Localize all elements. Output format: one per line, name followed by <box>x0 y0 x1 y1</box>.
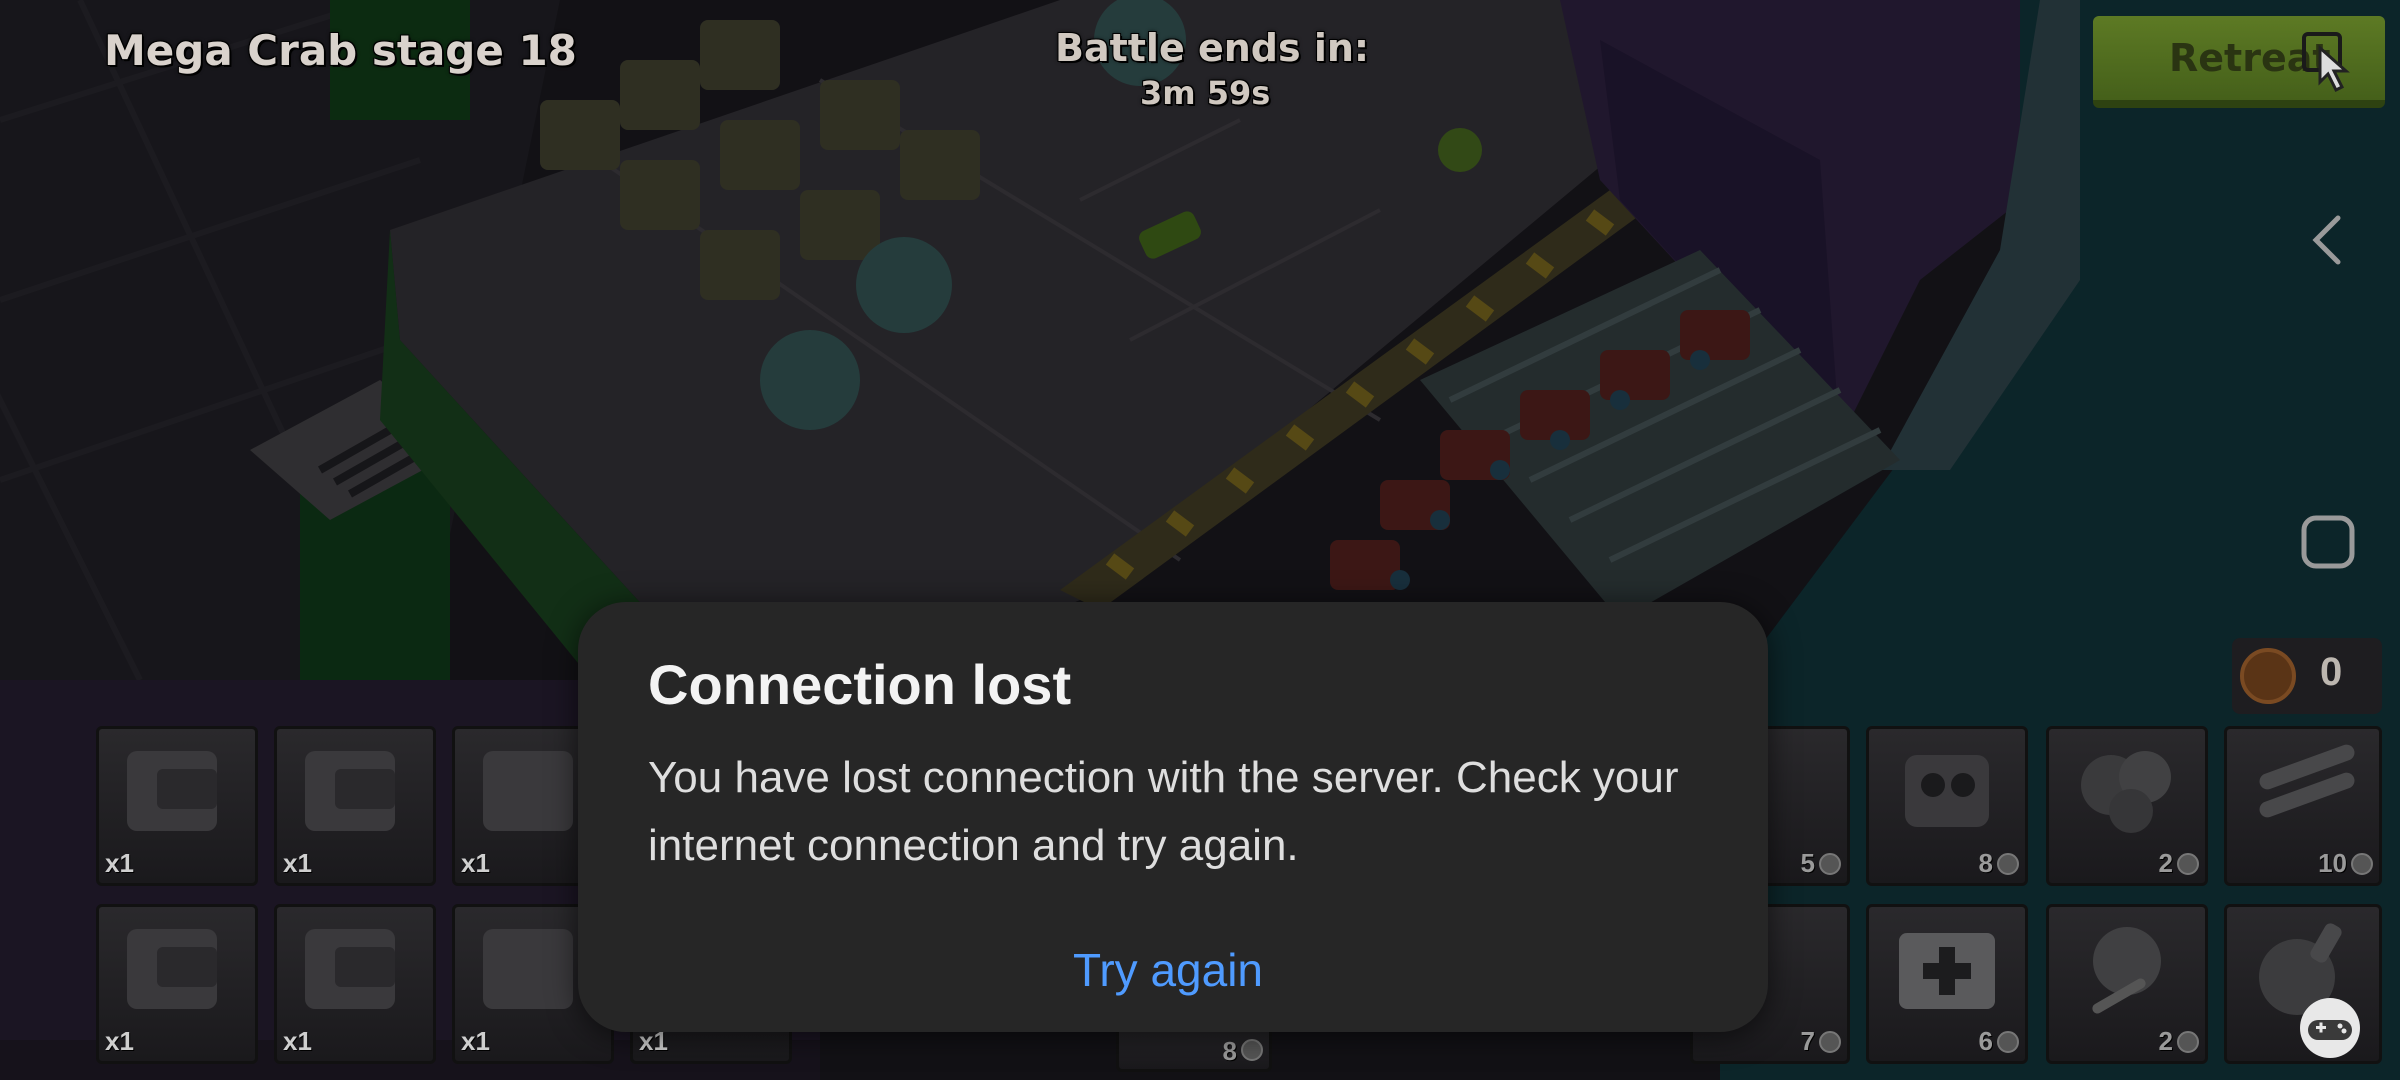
energy-icon <box>1819 1031 1841 1053</box>
troop-quantity: x1 <box>283 848 312 878</box>
back-icon[interactable] <box>2308 212 2348 268</box>
energy-icon <box>1819 853 1841 875</box>
heavy-troop-icon <box>305 929 395 1009</box>
energy-icon <box>2351 853 2373 875</box>
medkit-icon <box>1899 933 1995 1009</box>
gunboat-ability-smoke-flare[interactable]: 2 <box>2046 904 2208 1064</box>
gold-value: 0 <box>2320 650 2343 694</box>
dialog-message: You have lost connection with the server… <box>648 753 1679 870</box>
rocket-barrage-icon <box>2259 744 2355 818</box>
heavy-troop-icon <box>305 751 395 831</box>
troop-quantity: x1 <box>105 1026 134 1056</box>
troop-quantity: x1 <box>283 1026 312 1056</box>
dialog-title: Connection lost <box>648 653 1072 716</box>
energy-icon <box>1997 853 2019 875</box>
battle-timer-value: 3m 59s <box>1140 74 1271 112</box>
troop-quantity: x1 <box>461 848 490 878</box>
gamepad-icon[interactable] <box>2298 996 2362 1060</box>
stage-title: Mega Crab stage 18 <box>104 26 577 75</box>
ability-cost: 6 <box>1978 1026 1993 1056</box>
heavy-troop-icon <box>127 751 217 831</box>
battle-timer-label: Battle ends in: <box>1055 26 1370 70</box>
tap-cursor-icon <box>2302 32 2350 93</box>
troop-card[interactable]: x1 <box>96 726 258 886</box>
troop-quantity: x1 <box>461 1026 490 1056</box>
smoke-screen-icon <box>2081 751 2171 833</box>
gunboat-ability-smoke-screen[interactable]: 2 <box>2046 726 2208 886</box>
gunboat-ability-shock-bomb[interactable]: 8 <box>1866 726 2028 886</box>
gunboat-ability-medkit[interactable]: 6 <box>1866 904 2028 1064</box>
heavy-troop-icon <box>127 929 217 1009</box>
ability-cost: 7 <box>1800 1026 1815 1056</box>
ability-cost: 10 <box>2318 848 2347 878</box>
smoke-flare-icon <box>2092 927 2161 1014</box>
ability-cost: 8 <box>1978 848 1993 878</box>
ability-cost: 2 <box>2158 1026 2173 1056</box>
energy-icon <box>1997 1031 2019 1053</box>
troop-quantity: x1 <box>105 848 134 878</box>
troop-card[interactable]: x1 <box>274 904 436 1064</box>
connection-lost-dialog: Connection lost You have lost connection… <box>578 602 1768 1032</box>
home-icon[interactable] <box>2300 514 2356 570</box>
ability-cost: 8 <box>1222 1036 1237 1066</box>
energy-icon <box>2177 1031 2199 1053</box>
troop-card[interactable]: x1 <box>274 726 436 886</box>
ability-cost: 5 <box>1800 848 1815 878</box>
try-again-button[interactable]: Try again <box>1018 938 1318 1002</box>
gunboat-energy-icon <box>2240 648 2296 704</box>
gunboat-ability-barrage[interactable]: 10 <box>2224 726 2382 886</box>
energy-icon <box>1241 1039 1263 1061</box>
energy-icon <box>2177 853 2199 875</box>
troop-card[interactable]: x1 <box>96 904 258 1064</box>
shock-bomb-icon <box>1905 755 1989 827</box>
ability-cost: 2 <box>2158 848 2173 878</box>
